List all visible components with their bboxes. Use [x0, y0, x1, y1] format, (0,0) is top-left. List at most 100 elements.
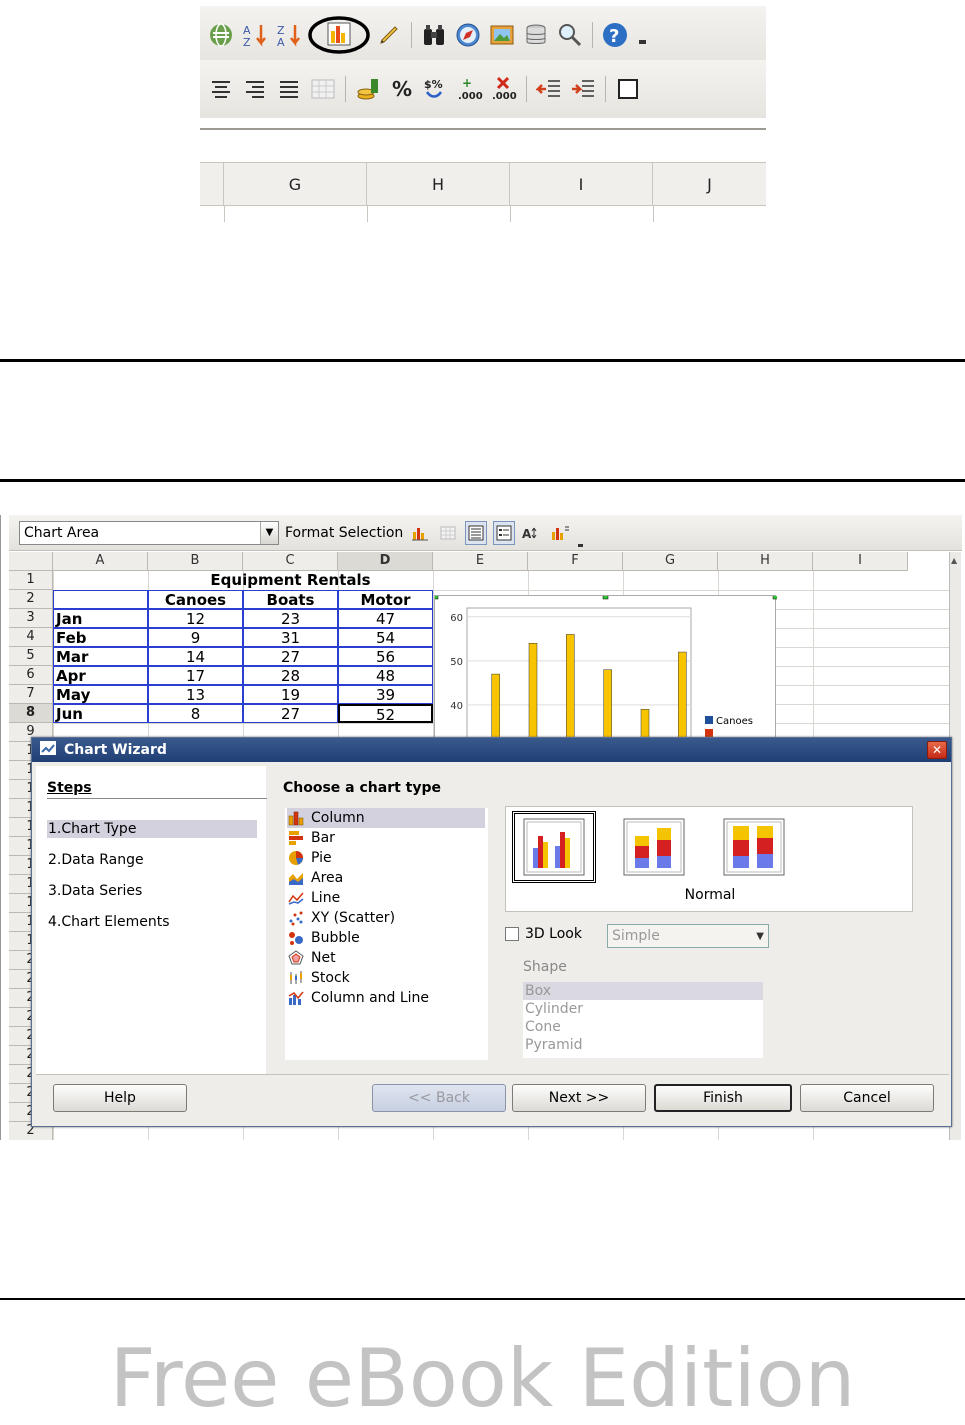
format-selection-button[interactable]: Format Selection — [285, 525, 403, 541]
value-cell[interactable]: 23 — [243, 609, 338, 628]
chart-type-column[interactable]: Column — [287, 808, 485, 828]
shape-box[interactable]: Box — [523, 982, 763, 1000]
sort-ascending-icon[interactable]: AZ — [240, 20, 270, 50]
find-binoculars-icon[interactable] — [419, 20, 449, 50]
value-cell[interactable]: 27 — [243, 704, 338, 723]
value-cell[interactable]: 54 — [338, 628, 433, 647]
step-data-range[interactable]: 2.Data Range — [47, 851, 257, 869]
column-header[interactable]: I — [510, 163, 653, 205]
value-cell[interactable]: 39 — [338, 685, 433, 704]
value-cell[interactable]: 19 — [243, 685, 338, 704]
align-center-icon[interactable] — [206, 74, 236, 104]
variant-normal[interactable] — [512, 811, 596, 883]
chart-type-stock[interactable]: Stock — [287, 968, 485, 988]
row-header[interactable]: 4 — [9, 628, 53, 647]
chevron-down-icon[interactable]: ▼ — [260, 521, 278, 544]
chart-type-pie[interactable]: Pie — [287, 848, 485, 868]
month-cell[interactable]: Apr — [53, 666, 148, 685]
gallery-picture-icon[interactable] — [487, 20, 517, 50]
chart-type-column-and-line[interactable]: Column and Line — [287, 988, 485, 1008]
step-chart-elements[interactable]: 4.Chart Elements — [47, 913, 257, 931]
column-header[interactable]: A — [53, 552, 148, 571]
value-cell[interactable]: 9 — [148, 628, 243, 647]
row-header[interactable]: 8 — [9, 704, 53, 723]
value-cell[interactable]: 31 — [243, 628, 338, 647]
active-cell[interactable]: 52 — [338, 704, 433, 724]
cancel-button[interactable]: Cancel — [800, 1084, 934, 1112]
column-header[interactable]: H — [718, 552, 813, 571]
back-button[interactable]: << Back — [372, 1084, 506, 1112]
chart-type-net[interactable]: Net — [287, 948, 485, 968]
look3d-option[interactable]: 3D Look — [505, 926, 582, 942]
decrease-indent-icon[interactable] — [534, 74, 564, 104]
chart-element-select[interactable]: Chart Area ▼ — [19, 520, 279, 545]
step-chart-type[interactable]: 1.Chart Type — [47, 820, 257, 838]
help-button[interactable]: Help — [53, 1084, 187, 1112]
currency-format-icon[interactable] — [353, 74, 383, 104]
auto-layout-icon[interactable] — [549, 521, 571, 545]
column-header[interactable]: J — [653, 163, 766, 205]
toolbar-overflow-icon[interactable] — [634, 20, 652, 50]
step-data-series[interactable]: 3.Data Series — [47, 882, 257, 900]
value-cell[interactable]: 47 — [338, 609, 433, 628]
header-cell[interactable]: Canoes — [148, 590, 243, 609]
row-header[interactable]: 7 — [9, 685, 53, 704]
column-header[interactable]: D — [338, 552, 433, 571]
shape-cone[interactable]: Cone — [523, 1018, 763, 1036]
horizontal-grids-icon[interactable] — [465, 520, 488, 545]
month-cell[interactable]: Mar — [53, 647, 148, 666]
insert-chart-icon[interactable] — [308, 16, 370, 54]
shape-pyramid[interactable]: Pyramid — [523, 1036, 763, 1054]
column-header[interactable]: G — [623, 552, 718, 571]
value-cell[interactable]: 48 — [338, 666, 433, 685]
borders-icon[interactable] — [613, 74, 643, 104]
sheet-title-cell[interactable]: Equipment Rentals — [148, 571, 433, 590]
row-header[interactable]: 1 — [9, 571, 53, 590]
value-cell[interactable]: 27 — [243, 647, 338, 666]
month-cell[interactable]: Feb — [53, 628, 148, 647]
corner-cell[interactable] — [9, 552, 53, 571]
header-cell[interactable]: Motor — [338, 590, 433, 609]
column-header[interactable]: G — [224, 163, 367, 205]
data-sources-database-icon[interactable] — [521, 20, 551, 50]
pencil-icon[interactable] — [374, 20, 404, 50]
legend-toggle-icon[interactable] — [493, 520, 516, 545]
chart-type-icon[interactable] — [409, 521, 431, 545]
look3d-scheme-select[interactable]: Simple ▼ — [607, 924, 769, 948]
hyperlink-globe-icon[interactable] — [206, 20, 236, 50]
align-right-icon[interactable] — [240, 74, 270, 104]
scroll-up-icon[interactable]: ▲ — [951, 556, 961, 566]
column-header[interactable]: I — [813, 552, 908, 571]
toolbar-overflow-icon[interactable] — [577, 523, 585, 547]
dialog-titlebar[interactable]: Chart Wizard ✕ — [32, 738, 951, 762]
zoom-magnifier-icon[interactable] — [555, 20, 585, 50]
increase-indent-icon[interactable] — [568, 74, 598, 104]
justify-icon[interactable] — [274, 74, 304, 104]
row-header[interactable]: 6 — [9, 666, 53, 685]
column-header[interactable]: B — [148, 552, 243, 571]
chart-type-bar[interactable]: Bar — [287, 828, 485, 848]
navigator-compass-icon[interactable] — [453, 20, 483, 50]
data-table-icon[interactable] — [437, 521, 459, 545]
value-cell[interactable]: 28 — [243, 666, 338, 685]
finish-button[interactable]: Finish — [654, 1084, 792, 1112]
percent-format-icon[interactable]: % — [387, 74, 417, 104]
column-header[interactable]: C — [243, 552, 338, 571]
month-cell[interactable]: Jan — [53, 609, 148, 628]
variant-stacked[interactable] — [612, 811, 696, 883]
value-cell[interactable]: 13 — [148, 685, 243, 704]
month-cell[interactable]: Jun — [53, 704, 148, 723]
standard-format-icon[interactable]: $% — [421, 74, 451, 104]
next-button[interactable]: Next >> — [512, 1084, 646, 1112]
chart-type-bubble[interactable]: Bubble — [287, 928, 485, 948]
add-decimal-icon[interactable]: + .000 — [455, 74, 485, 104]
value-cell[interactable]: 56 — [338, 647, 433, 666]
value-cell[interactable]: 14 — [148, 647, 243, 666]
value-cell[interactable]: 12 — [148, 609, 243, 628]
month-cell[interactable]: May — [53, 685, 148, 704]
scale-text-icon[interactable]: A — [521, 521, 543, 545]
column-header[interactable]: E — [433, 552, 528, 571]
close-icon[interactable]: ✕ — [927, 741, 947, 759]
delete-decimal-icon[interactable]: .000 — [489, 74, 519, 104]
row-header[interactable]: 3 — [9, 609, 53, 628]
